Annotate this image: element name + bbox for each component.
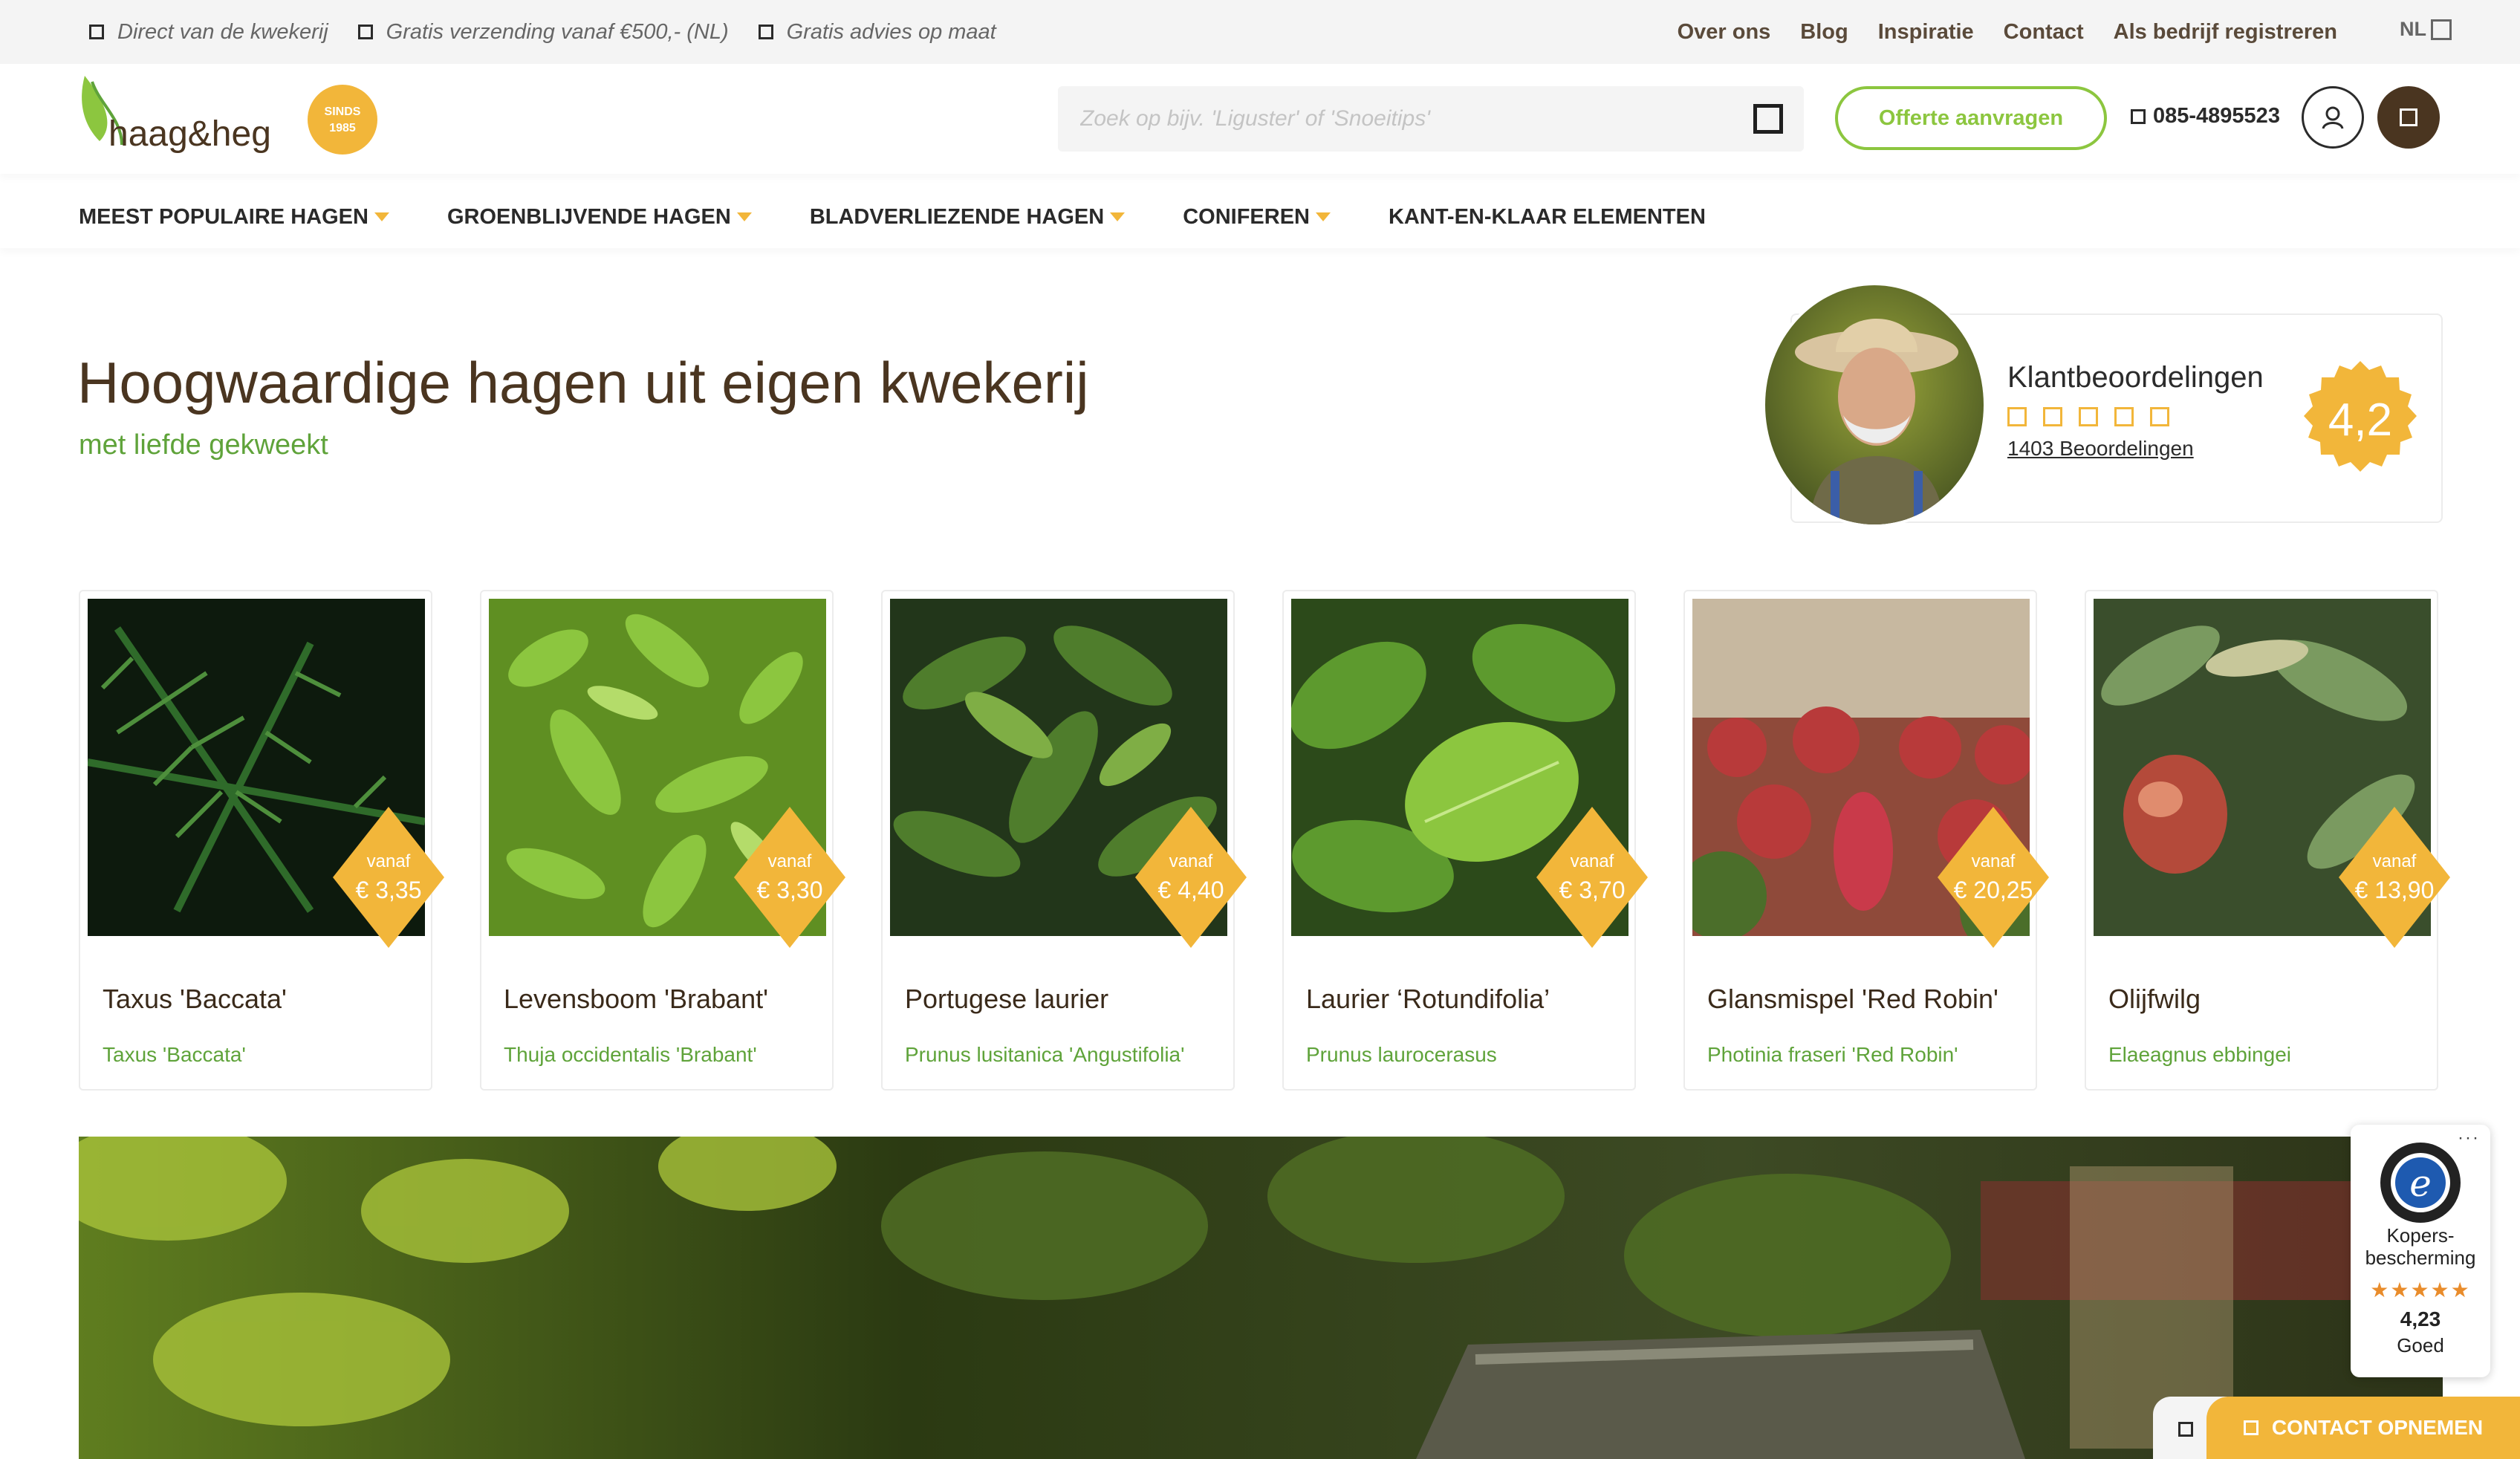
cart-button[interactable]: [2377, 86, 2440, 149]
main-nav: MEEST POPULAIRE HAGEN GROENBLIJVENDE HAG…: [0, 186, 2520, 248]
trusted-score: 4,23: [2400, 1307, 2441, 1330]
product-price: € 4,40: [1157, 877, 1224, 903]
product-name[interactable]: Taxus 'Baccata': [103, 984, 287, 1015]
search-bar: [1058, 86, 1804, 152]
contact-button[interactable]: CONTACT OPNEMEN: [2206, 1397, 2520, 1459]
reviews-title: Klantbeoordelingen: [2007, 361, 2264, 394]
product-card[interactable]: vanaf € 4,40 Portugese laurier Prunus lu…: [881, 590, 1247, 1091]
usp-item: Direct van de kwekerij: [89, 20, 328, 45]
rating-score-badge: 4,2: [2300, 360, 2420, 480]
product-name[interactable]: Laurier ‘Rotundifolia’: [1306, 984, 1550, 1015]
checkbox-icon: [357, 25, 373, 39]
logo[interactable]: haag&heg: [77, 74, 300, 156]
price-tag: vanaf € 3,35: [333, 807, 444, 948]
product-latin-name: Taxus 'Baccata': [103, 1043, 246, 1066]
page-title: Hoogwaardige hagen uit eigen kwekerij: [77, 350, 1089, 415]
product-list: vanaf € 3,35 Taxus 'Baccata' Taxus 'Bacc…: [79, 590, 2450, 1091]
top-links: Over ons Blog Inspiratie Contact Als bed…: [1678, 0, 2337, 64]
product-price: € 20,25: [1953, 877, 2033, 903]
search-input[interactable]: [1058, 86, 1727, 152]
search-icon[interactable]: [1753, 104, 1783, 134]
nav-item-ready-elements[interactable]: KANT-EN-KLAAR ELEMENTEN: [1389, 205, 1706, 230]
product-price: € 3,35: [355, 877, 422, 903]
product-card[interactable]: vanaf € 3,70 Laurier ‘Rotundifolia’ Prun…: [1282, 590, 1648, 1091]
product-price: € 13,90: [2354, 877, 2435, 903]
chevron-down-icon: [736, 212, 752, 221]
mail-icon: [2243, 1420, 2258, 1435]
cart-icon: [2400, 108, 2417, 126]
star-icon: [2043, 407, 2062, 426]
star-icon: [2150, 407, 2169, 426]
account-button[interactable]: [2302, 86, 2364, 149]
flag-icon: [2431, 19, 2452, 40]
gardener-avatar: [1762, 282, 1987, 527]
link-over-ons[interactable]: Over ons: [1678, 20, 1771, 45]
language-label: NL: [2400, 18, 2426, 40]
product-latin-name: Elaeagnus ebbingei: [2108, 1043, 2291, 1066]
link-blog[interactable]: Blog: [1800, 20, 1848, 45]
checkbox-icon: [758, 25, 773, 39]
star-icon: [2114, 407, 2134, 426]
trusted-rating-label: Goed: [2397, 1334, 2444, 1356]
nav-item-evergreen[interactable]: GROENBLIJVENDE HAGEN: [447, 205, 752, 230]
svg-text:e: e: [2409, 1162, 2432, 1205]
price-tag: vanaf € 3,30: [734, 807, 845, 948]
product-latin-name: Thuja occidentalis 'Brabant': [504, 1043, 757, 1066]
price-tag: vanaf € 4,40: [1135, 807, 1247, 948]
page-subtitle: met liefde gekweekt: [79, 429, 328, 461]
reviews-count-link[interactable]: 1403 Beoordelingen: [2007, 437, 2194, 461]
product-latin-name: Prunus lusitanica 'Angustifolia': [905, 1043, 1185, 1066]
product-card[interactable]: vanaf € 13,90 Olijfwilg Elaeagnus ebbing…: [2085, 590, 2450, 1091]
price-tag: vanaf € 3,70: [1536, 807, 1648, 948]
request-quote-button[interactable]: Offerte aanvragen: [1835, 86, 2107, 150]
product-card[interactable]: vanaf € 3,30 Levensboom 'Brabant' Thuja …: [480, 590, 845, 1091]
checkbox-icon: [89, 25, 104, 39]
product-price: € 3,70: [1559, 877, 1626, 903]
price-tag: vanaf € 13,90: [2339, 807, 2450, 948]
hero-video-banner[interactable]: [79, 1137, 2443, 1459]
chat-icon: [2178, 1422, 2193, 1437]
phone-icon: [2131, 108, 2146, 124]
trusted-shops-widget[interactable]: ··· e Kopers- bescherming ★★★★★ 4,23 Goe…: [2351, 1125, 2490, 1377]
chevron-down-icon: [1315, 212, 1331, 221]
star-icon: [2079, 407, 2098, 426]
chevron-down-icon: [374, 212, 389, 221]
nav-item-conifers[interactable]: CONIFEREN: [1183, 205, 1331, 230]
link-inspiratie[interactable]: Inspiratie: [1878, 20, 1974, 45]
product-card[interactable]: vanaf € 20,25 Glansmispel 'Red Robin' Ph…: [1683, 590, 2049, 1091]
trusted-shops-seal-icon: e: [2380, 1143, 2461, 1223]
product-name[interactable]: Levensboom 'Brabant': [504, 984, 768, 1015]
nav-item-popular[interactable]: MEEST POPULAIRE HAGEN: [79, 205, 389, 230]
user-icon: [2322, 106, 2344, 129]
product-latin-name: Prunus laurocerasus: [1306, 1043, 1497, 1066]
star-icon: [2007, 407, 2027, 426]
language-selector[interactable]: NL: [2400, 18, 2452, 41]
chevron-down-icon: [1110, 212, 1126, 221]
product-card[interactable]: vanaf € 3,35 Taxus 'Baccata' Taxus 'Bacc…: [79, 590, 444, 1091]
top-bar: Direct van de kwekerij Gratis verzending…: [0, 0, 2520, 64]
usp-list: Direct van de kwekerij Gratis verzending…: [89, 0, 996, 64]
link-contact[interactable]: Contact: [2004, 20, 2084, 45]
product-name[interactable]: Glansmispel 'Red Robin': [1707, 984, 1998, 1015]
product-latin-name: Photinia fraseri 'Red Robin': [1707, 1043, 1958, 1066]
link-business-register[interactable]: Als bedrijf registreren: [2114, 20, 2337, 45]
rating-stars: [2007, 407, 2169, 426]
usp-item: Gratis advies op maat: [758, 20, 996, 45]
phone-link[interactable]: 085-4895523: [2131, 104, 2280, 129]
price-tag: vanaf € 20,25: [1938, 807, 2049, 948]
product-name[interactable]: Portugese laurier: [905, 984, 1108, 1015]
since-badge: SINDS 1985: [308, 85, 377, 155]
logo-text: haag&heg: [108, 114, 271, 154]
product-name[interactable]: Olijfwilg: [2108, 984, 2201, 1015]
nav-item-deciduous[interactable]: BLADVERLIEZENDE HAGEN: [810, 205, 1126, 230]
product-price: € 3,30: [756, 877, 823, 903]
rating-stars: ★★★★★: [2370, 1278, 2471, 1302]
usp-item: Gratis verzending vanaf €500,- (NL): [357, 20, 729, 45]
